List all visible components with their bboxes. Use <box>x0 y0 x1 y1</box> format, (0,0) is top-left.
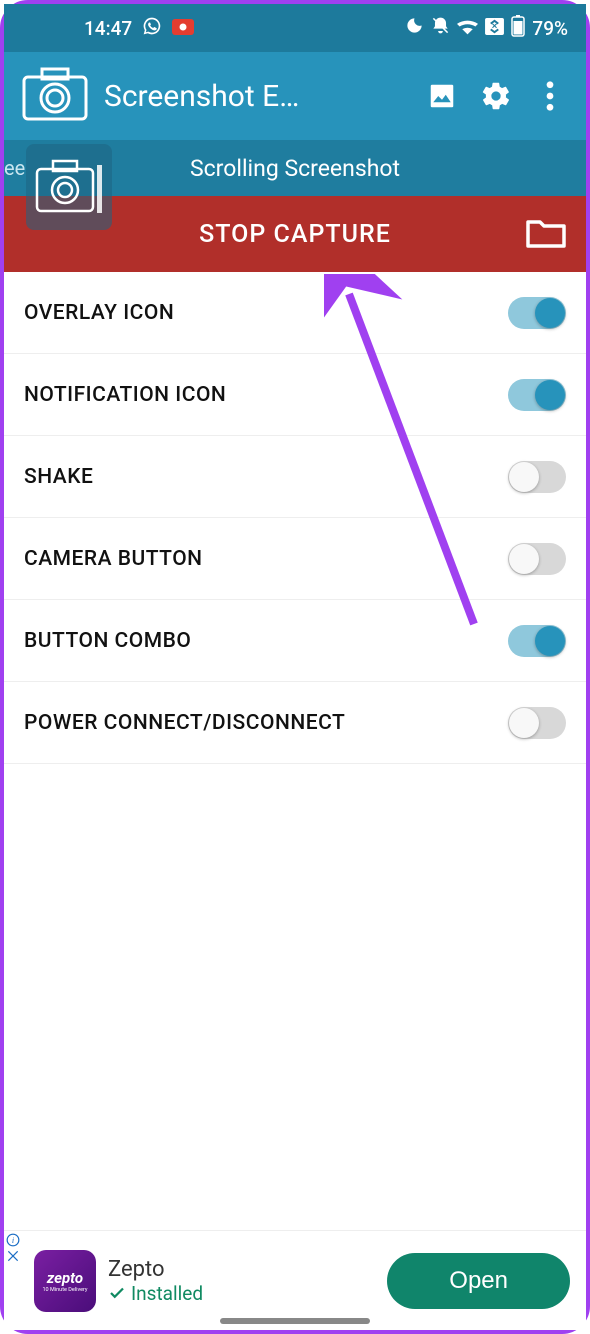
status-time: 14:47 <box>84 17 132 40</box>
wifi-icon <box>457 17 478 40</box>
sub-header-title: Scrolling Screenshot <box>190 155 400 182</box>
ad-info-icons[interactable]: i <box>6 1233 20 1263</box>
ad-open-button[interactable]: Open <box>387 1253 570 1309</box>
ad-status: Installed <box>108 1282 375 1305</box>
data-icon: ✕ <box>485 17 504 40</box>
app-logo-icon <box>20 65 90 127</box>
setting-label: SHAKE <box>24 465 93 489</box>
sub-header-fragment: ee <box>4 140 25 196</box>
toggle-shake[interactable] <box>508 461 566 493</box>
ad-title: Zepto <box>108 1257 375 1282</box>
mute-icon <box>431 16 450 40</box>
app-bar: Screenshot E… <box>4 52 586 140</box>
dnd-moon-icon <box>405 16 424 40</box>
svg-text:i: i <box>12 1236 15 1245</box>
setting-power-connect[interactable]: POWER CONNECT/DISCONNECT <box>4 682 586 764</box>
toggle-camera-button[interactable] <box>508 543 566 575</box>
gear-icon[interactable] <box>476 76 516 116</box>
settings-list: OVERLAY ICON NOTIFICATION ICON SHAKE CAM… <box>4 272 586 764</box>
setting-shake[interactable]: SHAKE <box>4 436 586 518</box>
more-icon[interactable] <box>530 76 570 116</box>
checkmark-icon <box>108 1284 126 1302</box>
setting-camera-button[interactable]: CAMERA BUTTON <box>4 518 586 600</box>
setting-label: OVERLAY ICON <box>24 301 174 325</box>
folder-icon[interactable] <box>524 214 568 254</box>
setting-button-combo[interactable]: BUTTON COMBO <box>4 600 586 682</box>
setting-overlay-icon[interactable]: OVERLAY ICON <box>4 272 586 354</box>
setting-label: BUTTON COMBO <box>24 629 191 653</box>
setting-label: NOTIFICATION ICON <box>24 383 226 407</box>
battery-icon <box>511 15 525 42</box>
setting-label: POWER CONNECT/DISCONNECT <box>24 711 345 735</box>
setting-notification-icon[interactable]: NOTIFICATION ICON <box>4 354 586 436</box>
setting-label: CAMERA BUTTON <box>24 547 203 571</box>
status-bar: 14:47 ✕ 79% <box>4 4 586 52</box>
gallery-icon[interactable] <box>422 76 462 116</box>
toggle-button-combo[interactable] <box>508 625 566 657</box>
floating-overlay-icon[interactable] <box>26 144 112 230</box>
svg-text:✕: ✕ <box>492 21 498 30</box>
ad-banner[interactable]: i zepto 10 Minute Delivery Zepto Install… <box>4 1230 586 1330</box>
ad-app-icon: zepto 10 Minute Delivery <box>34 1250 96 1312</box>
home-indicator[interactable] <box>220 1318 370 1324</box>
ad-text: Zepto Installed <box>108 1257 375 1305</box>
battery-percent: 79% <box>532 17 568 40</box>
toggle-overlay-icon[interactable] <box>508 297 566 329</box>
app-title: Screenshot E… <box>104 79 408 114</box>
toggle-power-connect[interactable] <box>508 707 566 739</box>
whatsapp-icon <box>142 16 162 41</box>
recording-icon <box>172 17 194 40</box>
toggle-notification-icon[interactable] <box>508 379 566 411</box>
